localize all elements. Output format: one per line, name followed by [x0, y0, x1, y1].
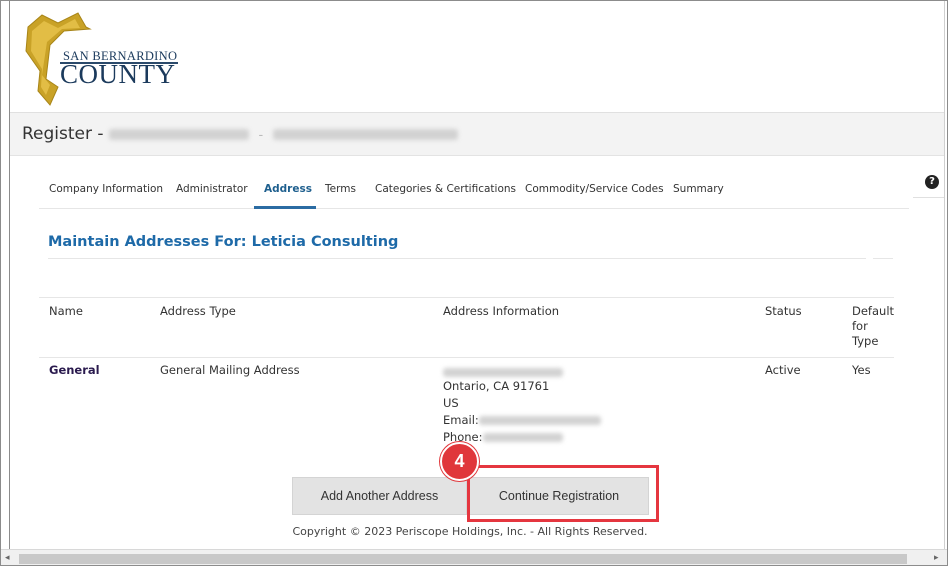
- tab-address[interactable]: Address: [264, 183, 312, 195]
- tab-summary[interactable]: Summary: [673, 183, 724, 195]
- redacted-company-name: [108, 128, 249, 140]
- county-logo[interactable]: SAN BERNARDINO COUNTY: [20, 9, 185, 109]
- section-divider-right: [873, 258, 893, 259]
- registration-tabs: Company Information Administrator Addres…: [39, 173, 909, 209]
- default-header-line-2: for: [852, 319, 868, 333]
- scroll-left-arrow-icon[interactable]: ◂: [5, 553, 10, 563]
- add-another-address-button[interactable]: Add Another Address: [292, 477, 467, 515]
- tab-administrator[interactable]: Administrator: [176, 183, 248, 195]
- scroll-right-arrow-icon[interactable]: ▸: [934, 553, 939, 563]
- logo-line-2: COUNTY: [60, 59, 176, 89]
- address-name-link[interactable]: General: [49, 363, 100, 377]
- page-title-bar: Register - -: [10, 113, 944, 156]
- default-header-line-3: Type: [852, 334, 879, 348]
- redacted-phone-value: [482, 433, 563, 442]
- help-shelf: [913, 197, 944, 198]
- default-header-line-1: Default: [852, 304, 895, 318]
- tab-terms[interactable]: Terms: [325, 183, 356, 195]
- tab-commodity-service-codes[interactable]: Commodity/Service Codes: [525, 183, 664, 195]
- address-city: Ontario, CA 91761: [443, 379, 550, 393]
- section-divider: [48, 258, 866, 259]
- continue-highlight-box: [467, 465, 659, 522]
- scrollbar-thumb[interactable]: [19, 554, 907, 564]
- column-header-address-type: Address Type: [160, 304, 236, 318]
- step-number-badge: 4: [440, 442, 479, 481]
- table-header-bottom-border: [39, 357, 894, 358]
- help-icon[interactable]: ?: [925, 175, 939, 189]
- table-top-border: [39, 297, 894, 298]
- address-type-value: General Mailing Address: [160, 363, 300, 377]
- address-country: US: [443, 396, 459, 410]
- redacted-email: [272, 128, 458, 140]
- copyright-text: Copyright © 2023 Periscope Holdings, Inc…: [292, 525, 648, 538]
- column-header-name: Name: [49, 304, 83, 318]
- copyright-footer: Copyright © 2023 Periscope Holdings, Inc…: [1, 525, 941, 538]
- title-separator: -: [254, 128, 268, 143]
- address-default: Yes: [852, 363, 871, 377]
- column-header-default-for-type: Default for Type: [852, 304, 894, 349]
- column-header-address-information: Address Information: [443, 304, 560, 318]
- tab-categories-certifications[interactable]: Categories & Certifications: [375, 183, 516, 195]
- horizontal-scrollbar[interactable]: ◂ ▸: [1, 549, 947, 565]
- redacted-street: [443, 368, 563, 377]
- redacted-email-value: [478, 416, 601, 425]
- page-title: Register - -: [22, 124, 458, 144]
- tab-company-information[interactable]: Company Information: [49, 183, 163, 195]
- page-title-prefix: Register -: [22, 124, 109, 144]
- site-header: SAN BERNARDINO COUNTY: [10, 1, 944, 113]
- address-street-redacted: [443, 365, 563, 379]
- address-status: Active: [765, 363, 801, 377]
- active-tab-indicator: [254, 206, 316, 209]
- right-border: [944, 1, 945, 549]
- email-label: Email:: [443, 413, 479, 427]
- section-title: Maintain Addresses For: Leticia Consulti…: [48, 234, 399, 250]
- browser-frame: SAN BERNARDINO COUNTY Register - - ? Com…: [0, 0, 948, 566]
- column-header-status: Status: [765, 304, 802, 318]
- address-email: Email:: [443, 413, 601, 427]
